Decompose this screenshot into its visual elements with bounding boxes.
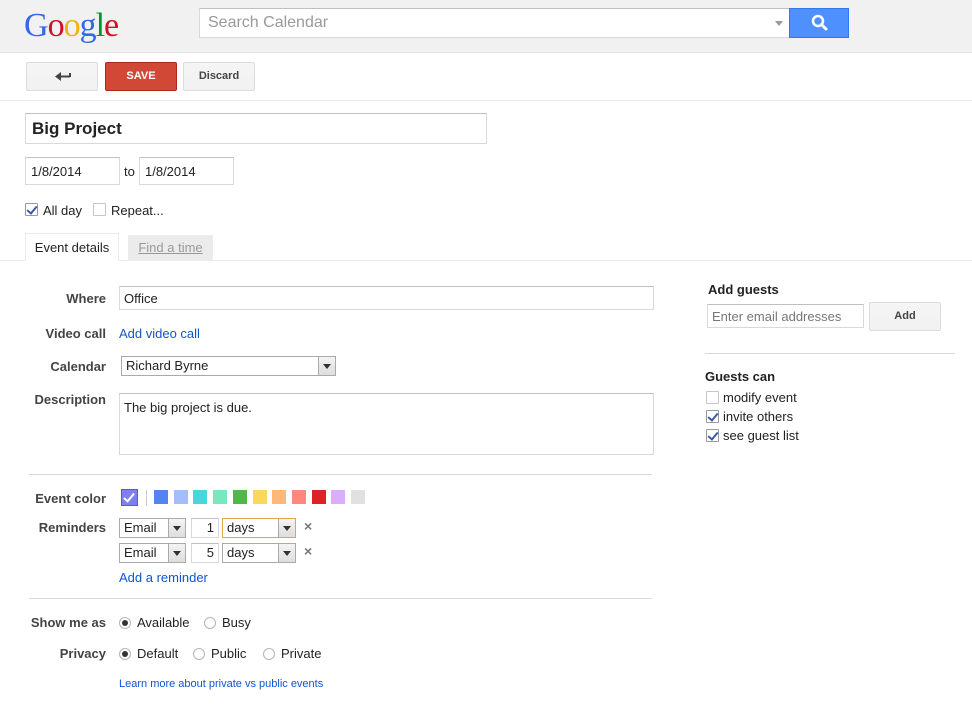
privacy-public-radio[interactable] xyxy=(193,648,205,660)
calendar-select[interactable]: Richard Byrne xyxy=(121,356,336,376)
busy-radio[interactable] xyxy=(204,617,216,629)
reminder-method-select[interactable]: Email xyxy=(119,543,186,563)
repeat-checkbox[interactable] xyxy=(93,203,106,216)
video-call-label: Video call xyxy=(45,326,106,341)
reminders-label: Reminders xyxy=(38,520,106,535)
end-date-input[interactable] xyxy=(139,157,234,185)
color-swatch[interactable] xyxy=(331,490,346,504)
search-options-caret-icon[interactable] xyxy=(775,21,783,26)
color-swatch[interactable] xyxy=(351,490,365,504)
all-day-label: All day xyxy=(43,203,83,218)
guest-permission-label: invite others xyxy=(723,409,794,424)
tabs-divider xyxy=(0,260,972,261)
guest-permission-checkbox[interactable] xyxy=(706,391,719,404)
color-swatch-selected[interactable] xyxy=(121,489,138,506)
description-textarea[interactable]: The big project is due. xyxy=(119,393,654,455)
guest-permission-checkbox[interactable] xyxy=(706,429,719,442)
add-guest-button[interactable]: Add xyxy=(869,302,941,331)
color-swatch[interactable] xyxy=(272,490,287,504)
privacy-default-radio[interactable] xyxy=(119,648,131,660)
color-swatch[interactable] xyxy=(311,490,326,504)
color-swatch[interactable] xyxy=(154,490,168,504)
reminder-amount-input[interactable]: 1 xyxy=(191,518,219,538)
description-label: Description xyxy=(34,392,106,407)
privacy-private-label: Private xyxy=(281,646,322,661)
color-swatch[interactable] xyxy=(232,490,247,504)
search-icon xyxy=(811,14,828,31)
reminder-unit-value: days xyxy=(227,545,255,560)
search-input[interactable] xyxy=(200,9,770,37)
repeat-label[interactable]: Repeat... xyxy=(111,203,164,218)
reminder-unit-value: days xyxy=(227,520,255,535)
search-button[interactable] xyxy=(789,8,849,38)
calendar-label: Calendar xyxy=(50,359,106,374)
guests-can-title: Guests can xyxy=(705,369,776,384)
privacy-default-label: Default xyxy=(137,646,179,661)
add-guests-title: Add guests xyxy=(708,282,779,297)
section-divider xyxy=(29,474,652,475)
color-swatch[interactable] xyxy=(291,490,306,504)
search-box xyxy=(199,8,790,38)
guests-divider xyxy=(705,353,955,354)
back-button[interactable] xyxy=(26,62,98,91)
section-divider xyxy=(29,598,652,599)
tab-find-a-time[interactable]: Find a time xyxy=(128,235,213,260)
color-separator xyxy=(146,490,147,506)
guest-permission-checkbox[interactable] xyxy=(706,410,719,423)
privacy-private-radio[interactable] xyxy=(263,648,275,660)
reminder-method-select[interactable]: Email xyxy=(119,518,186,538)
reminder-method-value: Email xyxy=(124,520,157,535)
where-label: Where xyxy=(66,291,106,306)
show-me-as-label: Show me as xyxy=(30,615,106,630)
save-button[interactable]: SAVE xyxy=(105,62,177,91)
toolbar: SAVE Discard xyxy=(0,53,972,101)
remove-reminder-icon[interactable]: × xyxy=(304,543,312,559)
available-label: Available xyxy=(137,615,190,630)
dropdown-arrow-icon xyxy=(278,544,295,562)
privacy-public-label: Public xyxy=(211,646,247,661)
dropdown-arrow-icon xyxy=(318,357,335,375)
guest-permission-label: see guest list xyxy=(723,428,799,443)
guest-permission-label: modify event xyxy=(723,390,797,405)
dropdown-arrow-icon xyxy=(278,519,295,537)
google-logo[interactable]: Google xyxy=(24,5,119,45)
event-color-label: Event color xyxy=(35,491,106,506)
busy-label: Busy xyxy=(222,615,251,630)
add-reminder-link[interactable]: Add a reminder xyxy=(119,570,208,585)
where-input[interactable] xyxy=(119,286,654,310)
color-swatch[interactable] xyxy=(213,490,228,504)
tab-event-details[interactable]: Event details xyxy=(25,233,119,261)
remove-reminder-icon[interactable]: × xyxy=(304,518,312,534)
reminder-unit-select[interactable]: days xyxy=(222,543,296,563)
color-swatch[interactable] xyxy=(252,490,267,504)
dropdown-arrow-icon xyxy=(168,544,185,562)
color-swatch[interactable] xyxy=(173,490,188,504)
reminder-method-value: Email xyxy=(124,545,157,560)
privacy-label: Privacy xyxy=(59,646,106,661)
reminder-unit-select[interactable]: days xyxy=(222,518,296,538)
all-day-checkbox[interactable] xyxy=(25,203,38,216)
learn-more-privacy-link[interactable]: Learn more about private vs public event… xyxy=(119,678,323,690)
start-date-input[interactable] xyxy=(25,157,120,185)
add-video-call-link[interactable]: Add video call xyxy=(119,326,200,341)
calendar-select-value: Richard Byrne xyxy=(126,358,209,373)
discard-button[interactable]: Discard xyxy=(183,62,255,91)
reminder-amount-input[interactable]: 5 xyxy=(191,543,219,563)
event-title-input[interactable] xyxy=(25,113,487,144)
available-radio[interactable] xyxy=(119,617,131,629)
guest-email-input[interactable] xyxy=(707,304,864,328)
color-swatch[interactable] xyxy=(193,490,208,504)
dropdown-arrow-icon xyxy=(168,519,185,537)
back-arrow-icon xyxy=(55,72,71,81)
date-range-to-label: to xyxy=(124,164,135,179)
